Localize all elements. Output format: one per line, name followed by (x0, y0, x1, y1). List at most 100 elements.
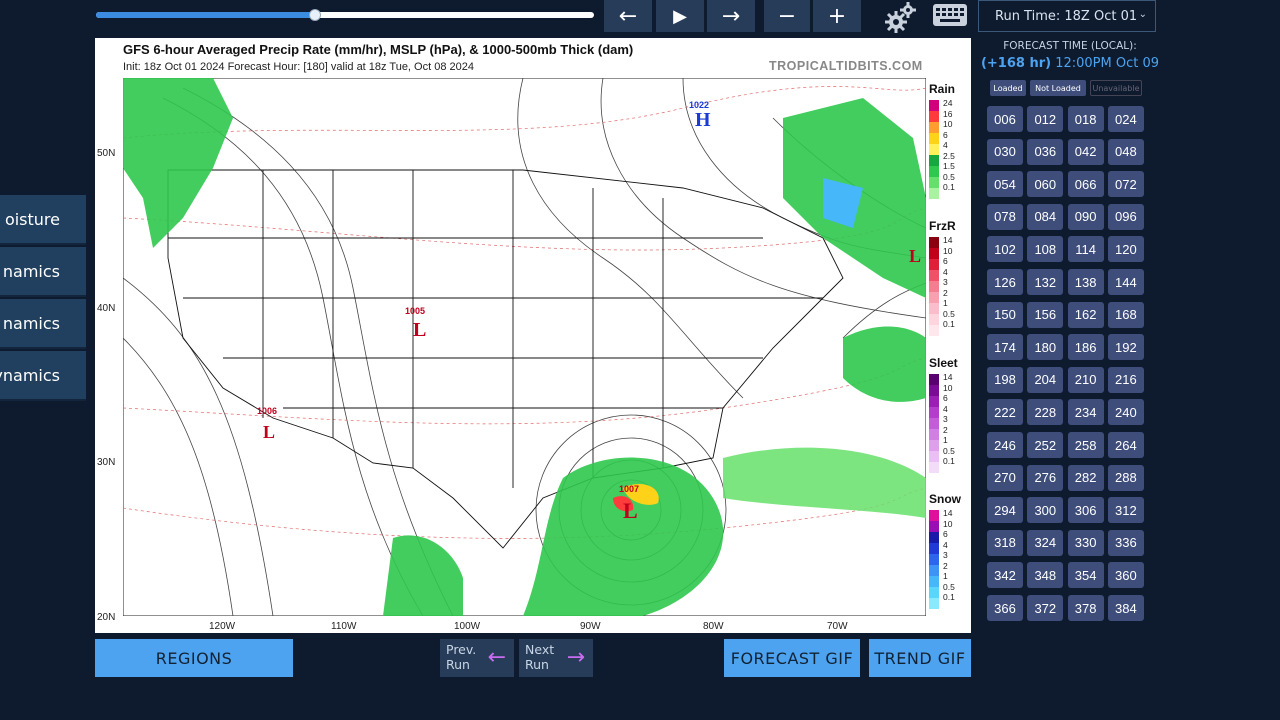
legend-swatch (929, 374, 939, 385)
forecast-hour-button[interactable]: 348 (1027, 562, 1064, 589)
next-run-button[interactable]: Next Run → (519, 639, 593, 677)
legend-swatch (929, 111, 939, 122)
forecast-hour-button[interactable]: 384 (1107, 595, 1144, 621)
forecast-hour-button[interactable]: 210 (1067, 366, 1104, 393)
forecast-hour-button[interactable]: 354 (1067, 562, 1104, 589)
forecast-hour-button[interactable]: 120 (1107, 236, 1144, 263)
forecast-hour-button[interactable]: 030 (987, 138, 1023, 165)
forecast-hour-button[interactable]: 054 (987, 171, 1023, 198)
forecast-hour-button[interactable]: 222 (987, 399, 1023, 426)
forecast-hour-button[interactable]: 156 (1027, 301, 1064, 328)
forecast-hour-button[interactable]: 192 (1107, 334, 1144, 361)
play-button[interactable]: ▶ (656, 0, 704, 32)
forecast-hour-button[interactable]: 246 (987, 432, 1023, 458)
forecast-hour-button[interactable]: 084 (1027, 203, 1064, 230)
forecast-hour-button[interactable]: 252 (1027, 432, 1064, 458)
sidebar-tab-moisture[interactable]: oisture (0, 195, 86, 245)
forecast-hour-button[interactable]: 180 (1027, 334, 1064, 361)
zoom-out-button[interactable]: − (764, 0, 810, 32)
forecast-slider[interactable] (96, 9, 594, 21)
forecast-hour-button[interactable]: 240 (1107, 399, 1144, 426)
forecast-hour-button[interactable]: 090 (1067, 203, 1104, 230)
forecast-hour-button[interactable]: 108 (1027, 236, 1064, 263)
legend-tick-label: 10 (943, 245, 953, 256)
sidebar-tab-dynamics-3[interactable]: ynamics (0, 351, 86, 401)
prev-run-label-1: Prev. (446, 642, 477, 657)
forecast-hour-button[interactable]: 204 (1027, 366, 1064, 393)
forecast-hour-button[interactable]: 282 (1067, 464, 1104, 491)
forecast-hour-button[interactable]: 276 (1027, 464, 1064, 491)
forecast-hour-button[interactable]: 300 (1027, 497, 1064, 524)
forecast-hour-button[interactable]: 018 (1067, 106, 1104, 132)
forecast-gif-button[interactable]: FORECAST GIF (724, 639, 860, 677)
forecast-hour-button[interactable]: 330 (1067, 529, 1104, 556)
forecast-hour-button[interactable]: 198 (987, 366, 1023, 393)
legend-swatch (929, 429, 939, 440)
slider-handle[interactable] (309, 9, 322, 21)
legend-tick-label: 2 (943, 560, 948, 571)
forecast-hour-button[interactable]: 150 (987, 301, 1023, 328)
forecast-hour-button[interactable]: 264 (1107, 432, 1144, 458)
legend-swatch (929, 451, 939, 462)
lon-label: 70W (827, 621, 848, 632)
forecast-hour-button[interactable]: 024 (1107, 106, 1144, 132)
forecast-hour-button[interactable]: 144 (1107, 269, 1144, 295)
legend-tick-label: 10 (943, 518, 953, 529)
run-time-select[interactable]: Run Time: 18Z Oct 01 ⌄ (978, 0, 1156, 32)
forecast-hour-button[interactable]: 072 (1107, 171, 1144, 198)
pressure-label: 1006 (257, 406, 277, 416)
forecast-hour-button[interactable]: 342 (987, 562, 1023, 589)
regions-button[interactable]: REGIONS (95, 639, 293, 677)
forecast-hour-button[interactable]: 216 (1107, 366, 1144, 393)
forecast-hour-button[interactable]: 288 (1107, 464, 1144, 491)
forecast-hour-button[interactable]: 318 (987, 529, 1023, 556)
forecast-hour-button[interactable]: 270 (987, 464, 1023, 491)
forecast-hour-button[interactable]: 066 (1067, 171, 1104, 198)
forecast-hour-button[interactable]: 096 (1107, 203, 1144, 230)
step-forward-button[interactable]: → (707, 0, 755, 32)
forecast-hour-button[interactable]: 126 (987, 269, 1023, 295)
forecast-hour-button[interactable]: 306 (1067, 497, 1104, 524)
forecast-hour-button[interactable]: 006 (987, 106, 1023, 132)
forecast-hour-button[interactable]: 036 (1027, 138, 1064, 165)
forecast-hour-button[interactable]: 294 (987, 497, 1023, 524)
forecast-hour-button[interactable]: 162 (1067, 301, 1104, 328)
forecast-hour-button[interactable]: 234 (1067, 399, 1104, 426)
forecast-hour-button[interactable]: 168 (1107, 301, 1144, 328)
forecast-hour-button[interactable]: 372 (1027, 595, 1064, 621)
keyboard-icon[interactable] (932, 2, 968, 28)
forecast-hour-button[interactable]: 312 (1107, 497, 1144, 524)
legend-tick-label: 0.1 (943, 592, 955, 602)
prev-run-button[interactable]: Prev. Run ← (440, 639, 514, 677)
forecast-hour-button[interactable]: 366 (987, 595, 1023, 621)
forecast-hour-button[interactable]: 324 (1027, 529, 1064, 556)
forecast-hour-button[interactable]: 102 (987, 236, 1023, 263)
forecast-hour-button[interactable]: 078 (987, 203, 1023, 230)
forecast-hour-button[interactable]: 138 (1067, 269, 1104, 295)
slider-fill (96, 12, 316, 18)
forecast-hour-button[interactable]: 060 (1027, 171, 1064, 198)
forecast-hour-button[interactable]: 174 (987, 334, 1023, 361)
forecast-hour-button[interactable]: 258 (1067, 432, 1104, 458)
legend-ticks: 14 10 6 4 3 2 1 0.5 0.1 (943, 372, 955, 467)
sidebar-tab-dynamics-2[interactable]: namics (0, 299, 86, 349)
legend-swatch (929, 598, 939, 609)
settings-gear-icon[interactable] (884, 0, 920, 34)
sidebar-tab-dynamics-1[interactable]: namics (0, 247, 86, 297)
trend-gif-button[interactable]: TREND GIF (869, 639, 971, 677)
forecast-hour-button[interactable]: 360 (1107, 562, 1144, 589)
step-back-button[interactable]: ← (604, 0, 652, 32)
forecast-map[interactable]: GFS 6-hour Averaged Precip Rate (mm/hr),… (95, 38, 971, 633)
forecast-hour-button[interactable]: 012 (1027, 106, 1064, 132)
forecast-hour-button[interactable]: 048 (1107, 138, 1144, 165)
forecast-hour-button[interactable]: 228 (1027, 399, 1064, 426)
forecast-hour-button[interactable]: 114 (1067, 236, 1104, 263)
forecast-hour-button[interactable]: 186 (1067, 334, 1104, 361)
forecast-hour-button[interactable]: 132 (1027, 269, 1064, 295)
zoom-in-button[interactable]: + (813, 0, 861, 32)
legend-color-bar (929, 237, 939, 336)
forecast-hour-button[interactable]: 042 (1067, 138, 1104, 165)
forecast-hour-button[interactable]: 336 (1107, 529, 1144, 556)
map-title: GFS 6-hour Averaged Precip Rate (mm/hr),… (123, 42, 634, 57)
forecast-hour-button[interactable]: 378 (1067, 595, 1104, 621)
